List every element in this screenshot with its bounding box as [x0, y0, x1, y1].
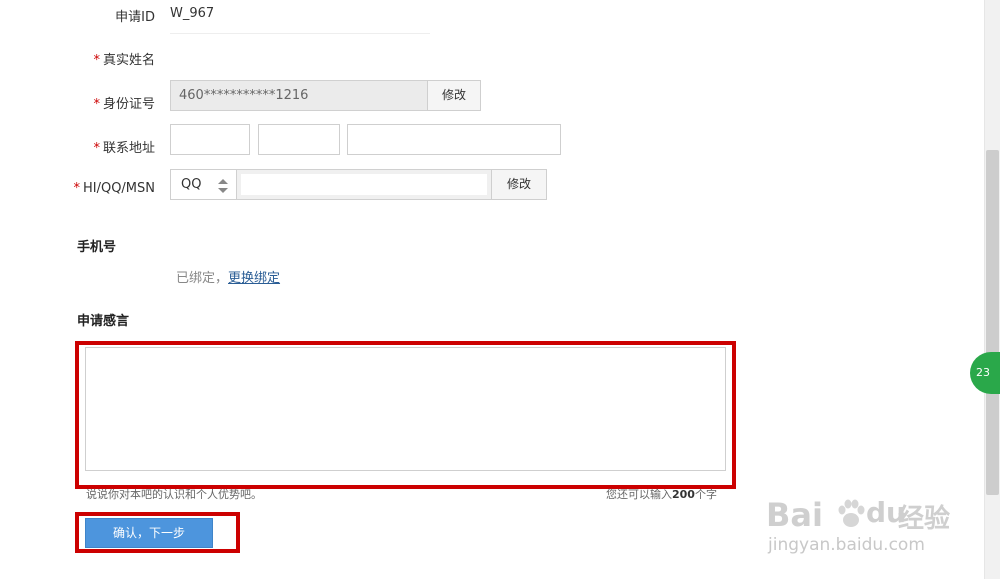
id-card-field: 460***********1216	[170, 80, 428, 111]
address-label: * 联系地址	[93, 141, 155, 156]
floating-badge[interactable]: 23	[970, 352, 1000, 394]
address-city-input[interactable]	[258, 124, 340, 155]
im-type-select[interactable]: QQ	[170, 169, 237, 200]
statement-counter: 您还可以输入200个字	[606, 488, 717, 501]
baidu-watermark-logo: Bai du 经验	[766, 496, 950, 536]
phone-bound-status: 已绑定，更换绑定	[176, 271, 281, 286]
required-mark: *	[73, 181, 80, 196]
address-province-input[interactable]	[170, 124, 250, 155]
im-account-field[interactable]	[236, 169, 492, 200]
apply-id-label: 申请ID	[115, 10, 155, 25]
statement-hint: 说说你对本吧的认识和个人优势吧。	[86, 488, 262, 501]
watermark-text-1: Bai	[766, 496, 823, 534]
statement-counter-value: 200	[672, 488, 695, 501]
statement-section-title: 申请感言	[77, 314, 130, 329]
watermark-text-cn: 经验	[898, 504, 951, 534]
im-account-input-area	[241, 174, 487, 195]
required-mark: *	[93, 53, 100, 68]
real-name-label: * 真实姓名	[93, 53, 155, 68]
phone-section-title: 手机号	[77, 240, 117, 255]
baidu-watermark-url: jingyan.baidu.com	[768, 535, 925, 555]
change-binding-link[interactable]: 更换绑定	[228, 271, 280, 286]
scrollbar-thumb[interactable]	[986, 150, 999, 495]
id-card-label: * 身份证号	[93, 97, 155, 112]
im-type-value: QQ	[181, 177, 202, 192]
apply-id-value: W_967	[170, 6, 215, 21]
required-mark: *	[93, 141, 100, 156]
id-card-value: 460***********1216	[179, 88, 309, 103]
vertical-scrollbar[interactable]	[984, 0, 1000, 579]
im-edit-button[interactable]: 修改	[491, 169, 547, 200]
required-mark: *	[93, 97, 100, 112]
address-detail-input[interactable]	[347, 124, 561, 155]
confirm-next-button[interactable]: 确认，下一步	[85, 518, 213, 548]
updown-arrow-icon	[217, 178, 229, 197]
im-label: * HI/QQ/MSN	[73, 181, 155, 196]
paw-icon	[834, 498, 868, 536]
statement-textarea[interactable]	[85, 347, 726, 471]
id-card-edit-button[interactable]: 修改	[427, 80, 481, 111]
divider	[170, 33, 430, 34]
